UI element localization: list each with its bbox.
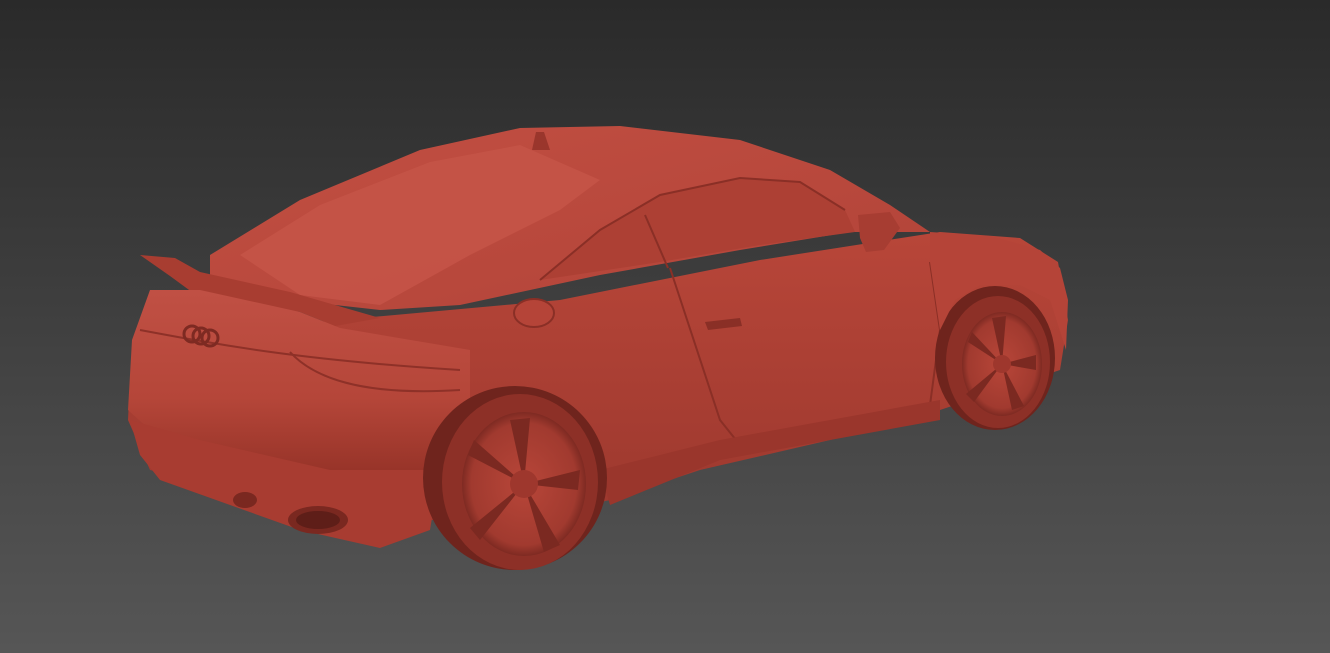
viewport-canvas[interactable] [0,0,1330,653]
fuel-cap [513,298,555,328]
front-wheel [946,296,1050,428]
3d-viewport[interactable] [0,0,1330,653]
rear-wheel [442,394,598,570]
exhaust-tip-right [233,492,257,508]
